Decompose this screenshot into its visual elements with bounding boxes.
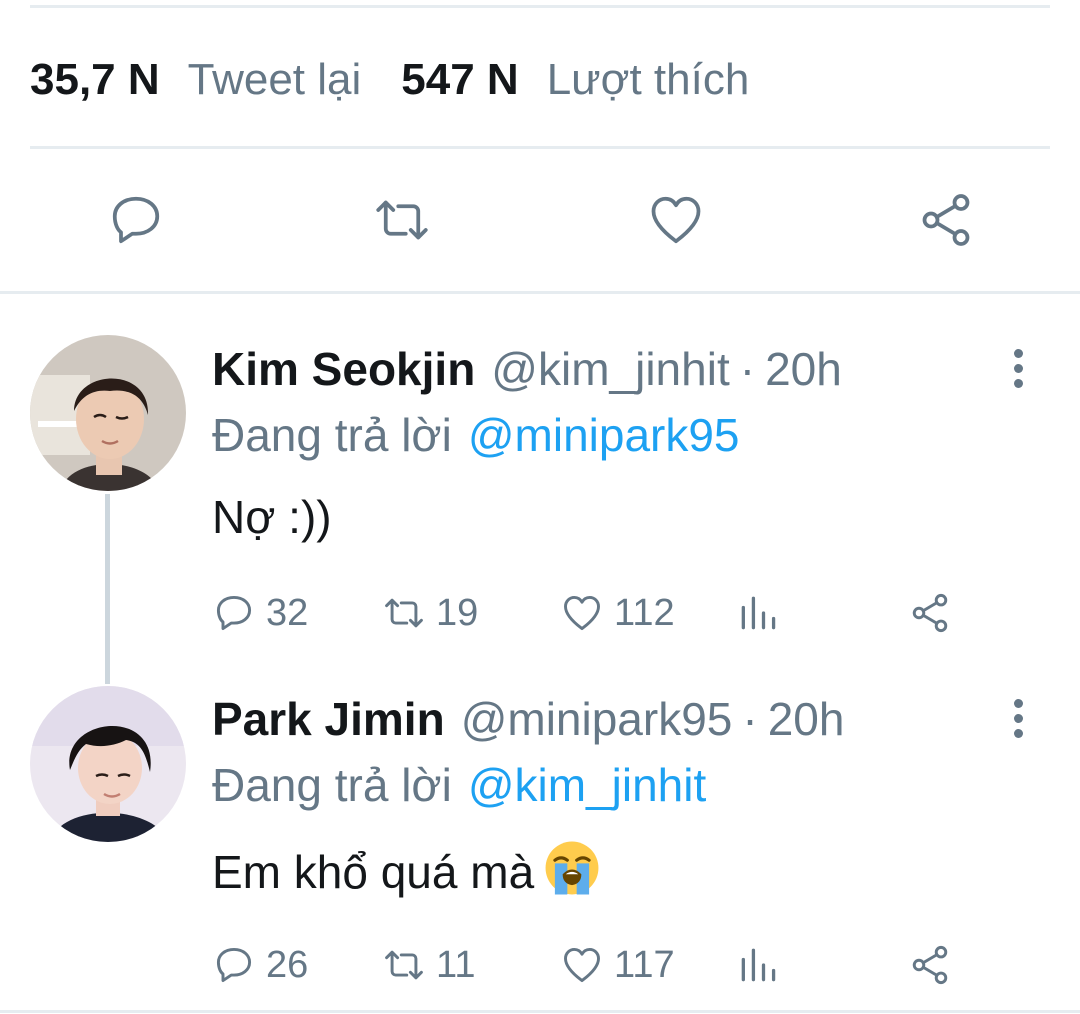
separator-dot: ·: [739, 343, 756, 395]
tweet-header: Park Jimin @minipark95 · 20h: [212, 690, 844, 748]
like-icon: [564, 947, 600, 983]
retweet-icon: [385, 950, 423, 980]
tweet-text: Nợ :)): [212, 488, 332, 546]
reply-button[interactable]: 26: [212, 940, 308, 990]
avatar[interactable]: [30, 686, 186, 842]
timestamp[interactable]: 20h: [765, 340, 842, 398]
share-icon: [912, 945, 948, 985]
share-button[interactable]: [908, 588, 952, 638]
bottom-divider: [0, 1010, 1080, 1013]
tweet-text-content: Nợ :)): [212, 491, 332, 543]
analytics-icon: [741, 596, 776, 630]
user-handle[interactable]: @kim_jinhit: [491, 340, 729, 398]
reply-button[interactable]: [104, 188, 168, 252]
reply-count: 32: [266, 592, 309, 634]
retweet-count: 19: [436, 592, 479, 634]
avatar[interactable]: [30, 335, 186, 491]
stats-divider: [30, 146, 1050, 149]
likes-label[interactable]: Lượt thích: [547, 52, 750, 108]
more-dot-icon: [1013, 378, 1023, 388]
tweet-header: Kim Seokjin @kim_jinhit · 20h: [212, 340, 842, 398]
retweet-icon: [376, 200, 428, 240]
tweet-text: Em khổ quá mà: [212, 840, 600, 901]
replying-to-mention[interactable]: @kim_jinhit: [468, 759, 706, 811]
analytics-button[interactable]: [736, 588, 780, 638]
like-button[interactable]: 117: [560, 940, 675, 990]
avatar-image: [30, 686, 186, 842]
replying-to: Đang trả lời @kim_jinhit: [212, 756, 706, 814]
retweet-button[interactable]: 19: [382, 588, 478, 638]
replying-to-label: Đang trả lời: [212, 409, 452, 461]
analytics-button[interactable]: [736, 940, 780, 990]
retweets-count[interactable]: 35,7 N: [30, 52, 160, 108]
retweet-button[interactable]: [370, 188, 434, 252]
retweet-icon: [385, 598, 423, 628]
reply-icon: [112, 196, 160, 244]
action-divider: [0, 291, 1080, 294]
more-dot-icon: [1013, 728, 1023, 738]
more-dot-icon: [1013, 698, 1023, 708]
more-options-button[interactable]: [1000, 690, 1036, 746]
tweet-action-bar: 26 11 117: [0, 940, 1080, 990]
reply-count: 26: [266, 944, 309, 986]
replying-to: Đang trả lời @minipark95: [212, 406, 740, 464]
more-dot-icon: [1013, 363, 1023, 373]
timestamp[interactable]: 20h: [768, 690, 845, 748]
likes-count[interactable]: 547 N: [401, 52, 518, 108]
retweet-count: 11: [436, 944, 476, 986]
more-dot-icon: [1013, 348, 1023, 358]
reply-icon: [216, 595, 252, 631]
reply-icon: [216, 947, 252, 983]
replying-to-mention[interactable]: @minipark95: [468, 409, 740, 461]
replying-to-label: Đang trả lời: [212, 759, 452, 811]
top-divider: [30, 5, 1050, 8]
like-icon: [651, 196, 701, 244]
loudly-crying-face-icon: [545, 841, 599, 895]
avatar-image: [30, 335, 186, 491]
more-dot-icon: [1013, 713, 1023, 723]
main-action-bar: [0, 188, 1080, 258]
like-button[interactable]: 112: [560, 588, 675, 638]
more-options-button[interactable]: [1000, 340, 1036, 396]
like-icon: [564, 595, 600, 631]
like-count: 112: [614, 592, 675, 634]
share-icon: [922, 194, 970, 246]
display-name[interactable]: Kim Seokjin: [212, 340, 475, 398]
user-handle[interactable]: @minipark95: [461, 690, 733, 748]
analytics-icon: [741, 948, 776, 982]
retweet-button[interactable]: 11: [382, 940, 475, 990]
like-button[interactable]: [644, 188, 708, 252]
share-button[interactable]: [914, 188, 978, 252]
retweets-label[interactable]: Tweet lại: [188, 52, 362, 108]
tweet-text-content: Em khổ quá mà: [212, 846, 535, 898]
share-icon: [912, 593, 948, 633]
tweet-action-bar: 32 19 112: [0, 588, 1080, 638]
share-button[interactable]: [908, 940, 952, 990]
tweet-stats: 35,7 N Tweet lại 547 N Lượt thích: [30, 52, 749, 108]
reply-button[interactable]: 32: [212, 588, 308, 638]
separator-dot: ·: [742, 693, 758, 745]
display-name[interactable]: Park Jimin: [212, 690, 445, 748]
like-count: 117: [614, 944, 675, 986]
